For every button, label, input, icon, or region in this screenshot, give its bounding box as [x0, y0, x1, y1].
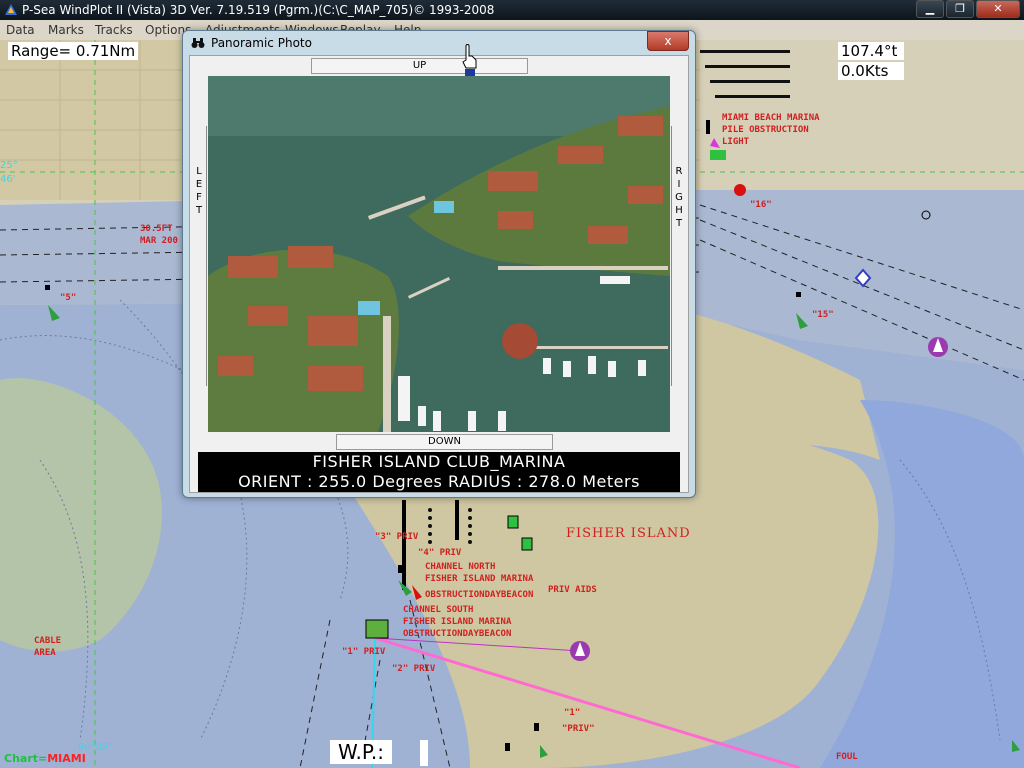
label-area: AREA [34, 648, 56, 658]
photo-caption: FISHER ISLAND CLUB_MARINA ORIENT : 255.0… [198, 452, 680, 492]
menu-tracks[interactable]: Tracks [95, 23, 133, 37]
window-controls: ▁ ❐ ✕ [916, 0, 1020, 18]
range-readout: Range= 0.71Nm [8, 42, 139, 60]
pan-right-label: RIGHT [673, 166, 685, 231]
label-fisher-island-marina-2: FISHER ISLAND MARINA [403, 617, 512, 627]
label-depth-note-2: MAR 200 [140, 236, 178, 246]
minimize-button[interactable]: ▁ [916, 0, 944, 18]
label-obstruction-daybeacon-1: OBSTRUCTIONDAYBEACON [425, 590, 534, 600]
window-title: P-Sea WindPlot II (Vista) 3D Ver. 7.19.5… [22, 3, 495, 17]
pan-left-label: LEFT [193, 166, 205, 218]
label-cable: CABLE [34, 636, 62, 646]
menu-data[interactable]: Data [6, 23, 35, 37]
panoramic-photo [208, 76, 670, 432]
dialog-close-button[interactable]: x [647, 31, 689, 51]
dialog-body: UP LEFT RIGHT DOWN FISHER ISLAND CLUB_MA… [189, 55, 689, 493]
label-depth-note: 30.5FT [140, 224, 173, 234]
speed-readout: 0.0Kts [838, 62, 904, 80]
pan-down-button[interactable]: DOWN [336, 434, 553, 450]
menu-marks[interactable]: Marks [48, 23, 84, 37]
aerial-photo [208, 76, 670, 432]
chart-label: Chart= [4, 752, 48, 765]
label-foul: FOUL [836, 752, 858, 762]
coord-lat-deg: 25° [0, 160, 18, 171]
label-miami-beach-marina: MIAMI BEACH MARINA [722, 113, 820, 123]
panoramic-photo-dialog: Panoramic Photo x UP LEFT RIGHT DOWN FIS… [182, 30, 696, 498]
binoculars-icon [191, 38, 205, 48]
photo-caption-title: FISHER ISLAND CLUB_MARINA [312, 452, 566, 471]
app-icon [5, 4, 17, 15]
label-mark-1-priv: "1" PRIV [342, 647, 386, 657]
label-mark-3-priv: "3" PRIV [375, 532, 419, 542]
label-pile-obstruction: PILE OBSTRUCTION [722, 125, 809, 135]
label-light: LIGHT [722, 137, 750, 147]
range-label: Range= [11, 42, 72, 60]
label-channel-north: CHANNEL NORTH [425, 562, 496, 572]
close-button[interactable]: ✕ [976, 0, 1020, 18]
maximize-button[interactable]: ❐ [946, 0, 974, 18]
dialog-titlebar: Panoramic Photo [191, 36, 312, 50]
label-mark-5: "5" [60, 293, 77, 303]
label-priv-aids: PRIV AIDS [548, 585, 597, 595]
chart-name-readout: Chart=MIAMI [4, 752, 86, 765]
chart-value: MIAMI [47, 752, 86, 765]
pan-left-button[interactable]: LEFT [191, 166, 207, 266]
label-mark-16: "16" [750, 200, 772, 210]
waypoint-value-box [420, 740, 428, 766]
hand-cursor-icon [462, 44, 477, 76]
coord-lat-min: 46' [0, 174, 16, 185]
range-value: 0.71Nm [75, 42, 136, 60]
pan-up-button[interactable]: UP [311, 58, 528, 74]
label-obstruction-daybeacon-2: OBSTRUCTIONDAYBEACON [403, 629, 512, 639]
label-mark-1: "1" [564, 708, 581, 718]
label-fisher-island: FISHER ISLAND [566, 526, 691, 541]
label-mark-4-priv: "4" PRIV [418, 548, 462, 558]
label-mark-15: "15" [812, 310, 834, 320]
window-titlebar: P-Sea WindPlot II (Vista) 3D Ver. 7.19.5… [0, 0, 1024, 20]
photo-caption-details: ORIENT : 255.0 Degrees RADIUS : 278.0 Me… [238, 472, 640, 491]
label-mark-2-priv: "2" PRIV [392, 664, 436, 674]
label-mark-1-priv-low: "PRIV" [562, 724, 595, 734]
waypoint-label: W.P.: [330, 740, 392, 764]
label-channel-south: CHANNEL SOUTH [403, 605, 474, 615]
heading-readout: 107.4°t [838, 42, 904, 60]
label-fisher-island-marina-1: FISHER ISLAND MARINA [425, 574, 534, 584]
dialog-title: Panoramic Photo [211, 36, 312, 50]
pan-right-button[interactable]: RIGHT [671, 166, 687, 266]
